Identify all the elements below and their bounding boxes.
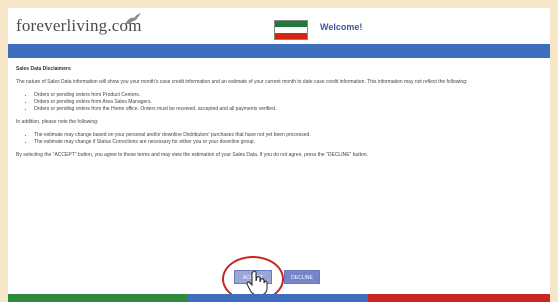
- page-frame: foreverliving.com Welcome! Sales Data Di…: [8, 8, 550, 302]
- decline-button[interactable]: DECLINE: [284, 270, 320, 284]
- list-item: Orders or pending orders from Area Sales…: [34, 99, 542, 106]
- addition-paragraph: In addition, please note the following:: [16, 119, 99, 125]
- list-item: The estimate may change if Status Correc…: [34, 139, 542, 146]
- list-item: Orders or pending orders from Product Ce…: [34, 92, 542, 99]
- site-logo[interactable]: foreverliving.com: [16, 16, 142, 36]
- bird-logo-icon: [125, 13, 141, 24]
- footer-bar: [8, 294, 550, 302]
- welcome-text: Welcome!: [320, 22, 363, 32]
- page-title: Sales Data Disclaimers: [16, 66, 71, 72]
- pending-orders-list: Orders or pending orders from Product Ce…: [16, 92, 542, 113]
- site-header: foreverliving.com Welcome!: [8, 8, 550, 44]
- hand-cursor-icon: [246, 270, 268, 296]
- country-flag-icon[interactable]: [274, 20, 308, 40]
- header-bar: [8, 44, 550, 58]
- estimate-notes-list: The estimate may change based on your pe…: [16, 132, 542, 146]
- list-item: The estimate may change based on your pe…: [34, 132, 542, 139]
- intro-paragraph: The nature of Sales Data information wil…: [16, 79, 468, 85]
- list-item: Orders or pending orders from the Home o…: [34, 106, 542, 113]
- agreement-paragraph: By selecting the "ACCEPT" button, you ag…: [16, 152, 369, 158]
- disclaimer-content: Sales Data Disclaimers The nature of Sal…: [16, 66, 542, 165]
